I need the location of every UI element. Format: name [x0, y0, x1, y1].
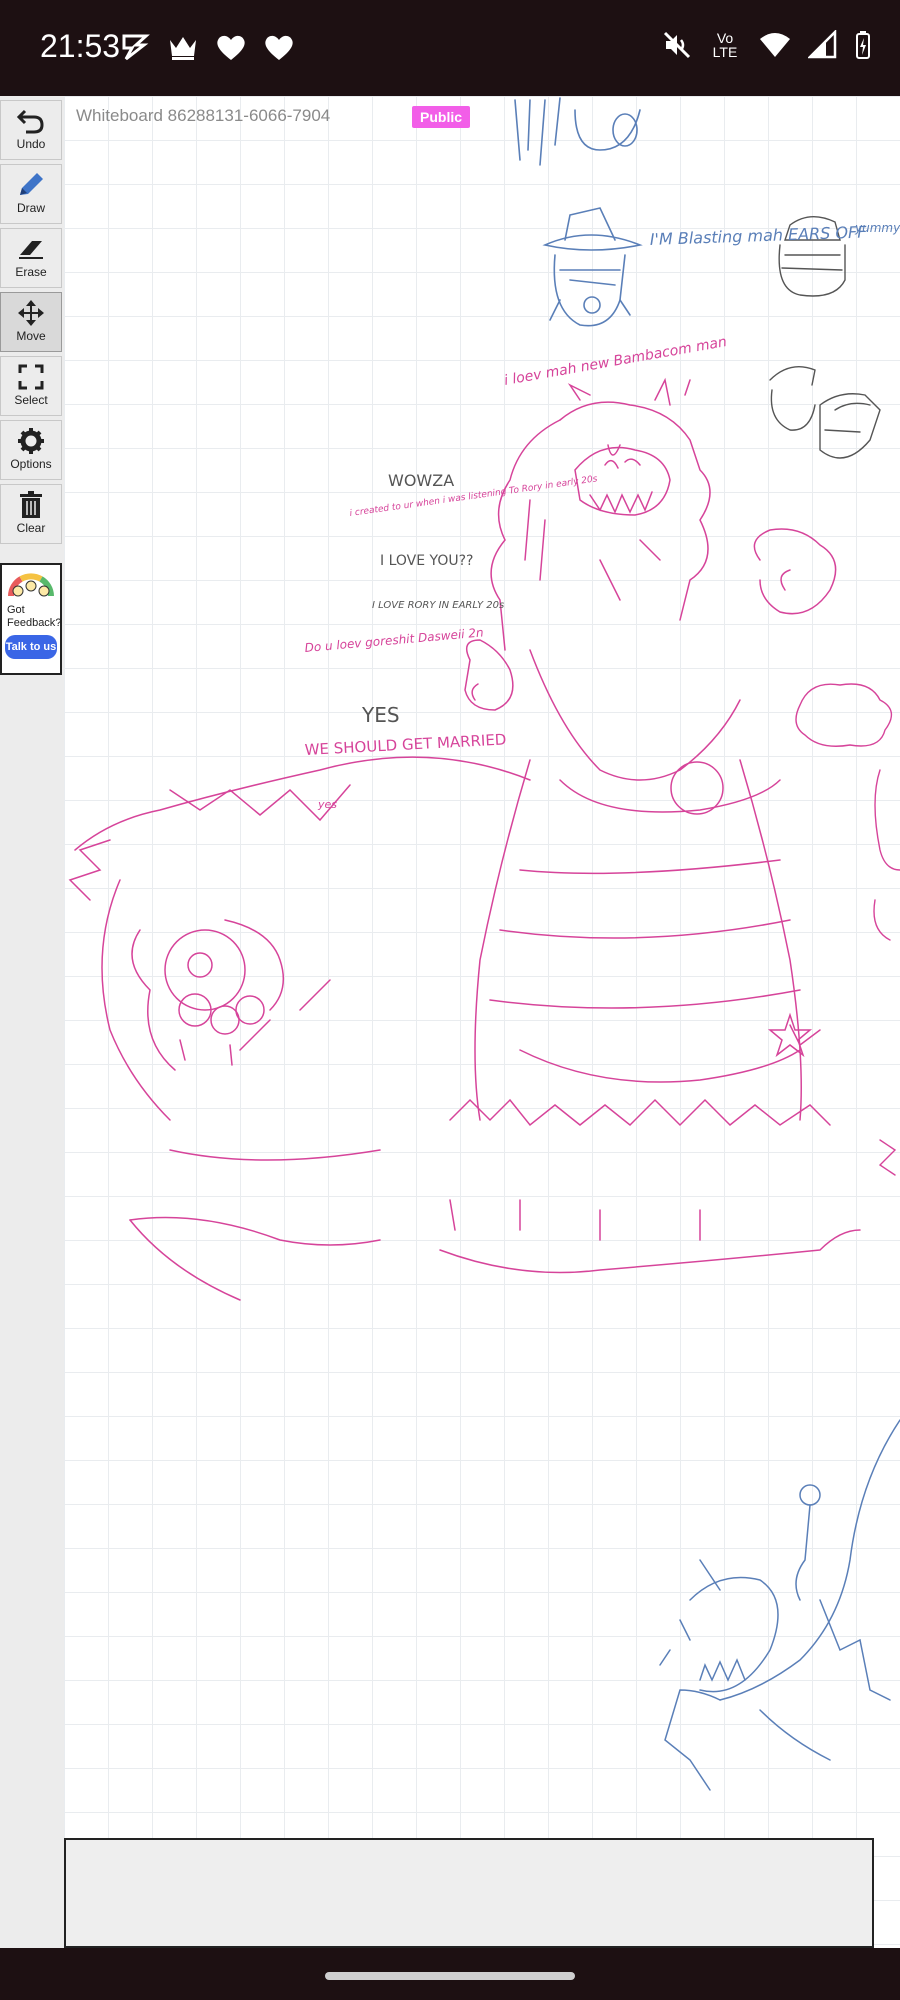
note-yes: YES — [361, 703, 400, 727]
pencil-icon — [20, 173, 43, 195]
note-blasting: I'M Blasting mah EARS OFF — [649, 222, 867, 249]
crown-icon — [170, 37, 196, 60]
draw-button[interactable]: Draw — [0, 164, 62, 224]
status-bar: 21:53 Vo LTE — [0, 0, 900, 96]
visibility-badge[interactable]: Public — [412, 106, 471, 128]
gauge-icon — [8, 573, 54, 597]
whiteboard-title: Whiteboard 86288131-6066-7904 — [76, 106, 331, 125]
signal-icon — [808, 30, 837, 59]
options-button[interactable]: Options — [0, 420, 62, 480]
status-system-icons: Vo LTE — [662, 30, 872, 60]
heart-icon — [265, 35, 293, 60]
note-do-u-loev: Do u loev goreshit Dasweii 2n — [304, 625, 484, 655]
talk-to-us-button[interactable]: Talk to us — [5, 635, 57, 659]
handwritten-notes: I'M Blasting mah EARS OFF yummy i loev m… — [304, 221, 900, 811]
toolbar: Undo Draw Erase Move Select Options Clea… — [0, 96, 64, 1948]
clear-label: Clear — [16, 521, 46, 535]
note-yummy: yummy — [854, 221, 900, 235]
move-icon — [18, 300, 44, 326]
gear-icon — [18, 428, 44, 454]
note-wowza: WOWZA — [388, 471, 454, 490]
move-button[interactable]: Move — [0, 292, 62, 352]
note-married: WE SHOULD GET MARRIED — [304, 730, 507, 759]
home-gesture-handle[interactable] — [325, 1972, 575, 1980]
select-button[interactable]: Select — [0, 356, 62, 416]
status-time: 21:53 — [40, 28, 121, 64]
blue-creature-bottom — [659, 1419, 900, 1791]
erase-button[interactable]: Erase — [0, 228, 62, 288]
clear-button[interactable]: Clear — [0, 484, 62, 544]
blue-character-hat — [542, 207, 643, 327]
note-bambacom: i loev mah new Bambacom man — [503, 334, 728, 389]
status-notification-icons — [118, 32, 296, 62]
move-label: Move — [16, 329, 46, 343]
bolt-icon — [122, 34, 150, 61]
muted-icon — [663, 31, 691, 59]
select-label: Select — [14, 393, 48, 407]
undo-icon — [16, 109, 44, 134]
blue-sketch-top — [514, 97, 641, 166]
feedback-line-2: Feedback? — [7, 617, 62, 629]
feedback-widget: Got Feedback? Talk to us — [0, 563, 62, 675]
network-label: Vo LTE — [712, 30, 738, 60]
feedback-line-1: Got — [7, 604, 25, 616]
feedback-text: Got Feedback? — [2, 604, 62, 630]
note-yes-small: yes — [317, 798, 337, 811]
note-i-love-you: I LOVE YOU?? — [380, 553, 473, 569]
whiteboard-drawing: I'M Blasting mah EARS OFF yummy i loev m… — [68, 97, 900, 1791]
options-label: Options — [10, 457, 52, 471]
undo-button[interactable]: Undo — [0, 100, 62, 160]
wifi-icon — [760, 33, 790, 57]
pink-clouds-right — [795, 683, 900, 1176]
undo-label: Undo — [16, 137, 46, 151]
heart-icon — [217, 35, 245, 60]
note-created: i created to ur when i was listening To … — [349, 474, 598, 519]
select-icon — [18, 364, 44, 390]
trash-icon — [20, 491, 42, 518]
eraser-icon — [19, 241, 43, 259]
pink-monster — [68, 377, 861, 1301]
erase-label: Erase — [15, 265, 47, 279]
draw-label: Draw — [16, 201, 45, 215]
whiteboard-canvas[interactable]: I'M Blasting mah EARS OFF yummy i loev m… — [64, 96, 900, 1948]
note-love-rory: I LOVE RORY IN EARLY 20s — [372, 600, 504, 611]
text-input-box[interactable] — [64, 1838, 874, 1948]
battery-icon — [856, 31, 870, 59]
gray-characters — [769, 216, 881, 459]
